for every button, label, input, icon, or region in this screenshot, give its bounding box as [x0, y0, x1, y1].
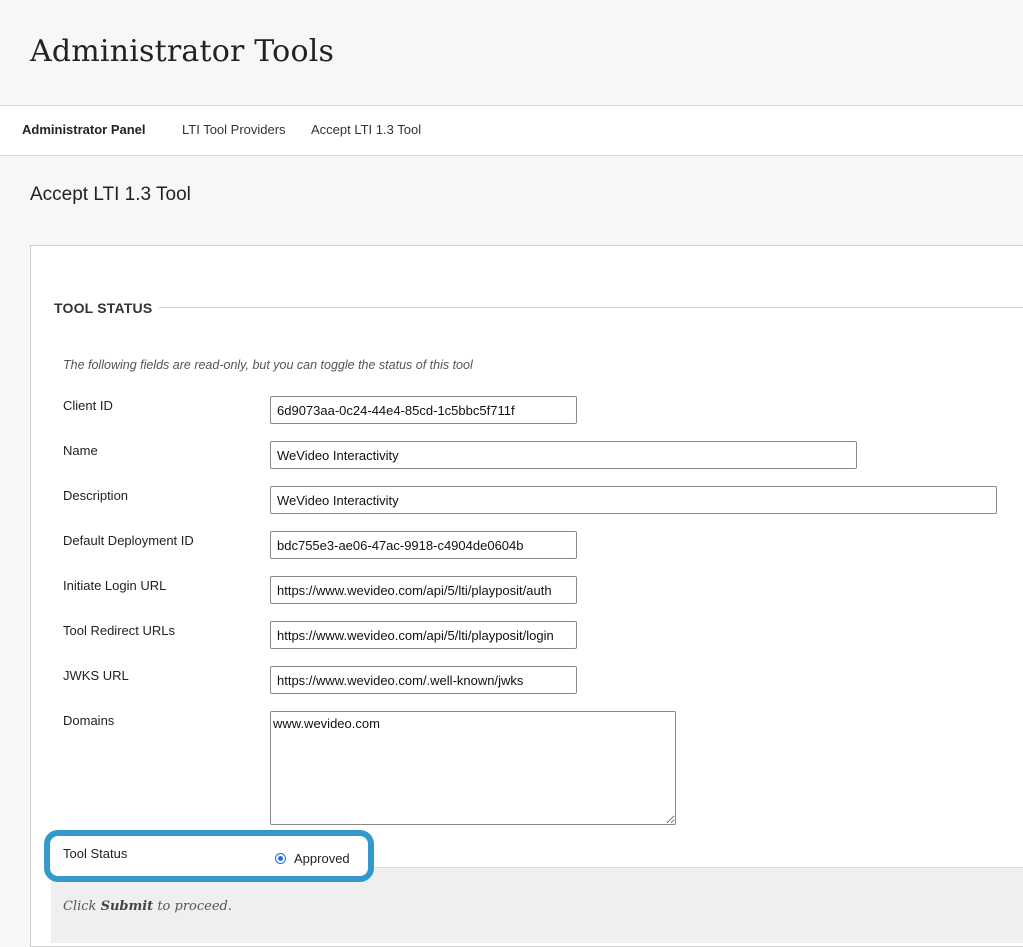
deployment-id-field[interactable]: [270, 531, 577, 559]
breadcrumb-lti-tool-providers[interactable]: LTI Tool Providers: [182, 122, 286, 137]
breadcrumb: Administrator Panel LTI Tool Providers A…: [0, 106, 1023, 156]
breadcrumb-current-page: Accept LTI 1.3 Tool: [311, 122, 422, 137]
fieldset-legend: TOOL STATUS: [54, 300, 153, 316]
tool-status-label: Tool Status: [63, 846, 128, 861]
submit-prefix: Click: [63, 899, 101, 914]
legend-divider: [159, 307, 1023, 308]
page-header-title: Administrator Tools: [30, 34, 335, 69]
client-id-field[interactable]: [270, 396, 577, 424]
jwks-url-label: JWKS URL: [63, 668, 129, 683]
deployment-id-label: Default Deployment ID: [63, 533, 194, 548]
description-label: Description: [63, 488, 129, 503]
redirect-urls-field[interactable]: [270, 621, 577, 649]
client-id-label: Client ID: [63, 398, 113, 413]
login-url-field[interactable]: [270, 576, 577, 604]
jwks-url-field[interactable]: [270, 666, 577, 694]
name-field[interactable]: [270, 441, 857, 469]
approved-radio[interactable]: [275, 853, 286, 864]
domains-label: Domains: [63, 713, 115, 728]
submit-instructions: Click Submit to proceed.: [63, 899, 232, 914]
name-label: Name: [63, 443, 98, 458]
redirect-urls-label: Tool Redirect URLs: [63, 623, 175, 638]
submit-suffix: to proceed.: [153, 899, 233, 914]
breadcrumb-administrator-panel[interactable]: Administrator Panel: [22, 122, 146, 137]
page-title: Accept LTI 1.3 Tool: [30, 184, 191, 205]
page-header: Administrator Tools: [0, 0, 1023, 106]
domains-textarea[interactable]: www.wevideo.com: [270, 711, 676, 825]
form-instructions: The following fields are read-only, but …: [63, 358, 473, 372]
description-field[interactable]: [270, 486, 997, 514]
login-url-label: Initiate Login URL: [63, 578, 167, 593]
approved-radio-label[interactable]: Approved: [294, 851, 350, 866]
submit-action-word: Submit: [100, 899, 154, 914]
